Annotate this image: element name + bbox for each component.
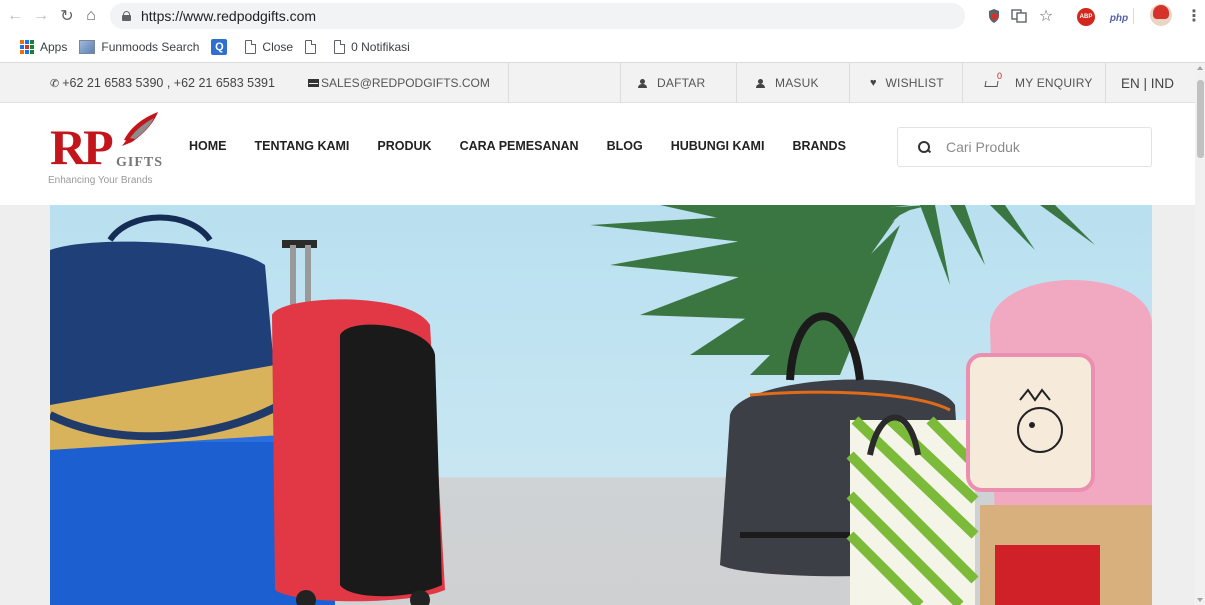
logo-rocket-icon <box>122 112 158 146</box>
toolbar-separator <box>1133 8 1134 24</box>
top-info-bar: ✆ +62 21 6583 5390 , +62 21 6583 5391 SA… <box>0 63 1195 103</box>
cart-icon: 0 <box>984 71 1003 89</box>
bookmark-untitled[interactable] <box>305 40 322 54</box>
divider <box>508 63 509 103</box>
divider <box>962 63 963 103</box>
scrollbar-thumb[interactable] <box>1197 80 1204 158</box>
scroll-up-arrow-icon[interactable] <box>1197 66 1203 70</box>
menu-products[interactable]: PRODUK <box>377 139 431 153</box>
email-contact[interactable]: SALES@REDPODGIFTS.COM <box>308 63 490 103</box>
enquiry-label: MY ENQUIRY <box>1015 76 1093 90</box>
email-address: SALES@REDPODGIFTS.COM <box>321 76 490 90</box>
page-icon <box>305 40 317 54</box>
hero-bags-illustration <box>50 205 1152 605</box>
page-icon <box>245 40 257 54</box>
divider <box>620 63 621 103</box>
divider <box>736 63 737 103</box>
bookmark-label: 0 Notifikasi <box>351 40 410 54</box>
menu-contact[interactable]: HUBUNGI KAMI <box>671 139 765 153</box>
blue-search-icon: Q <box>211 39 228 55</box>
register-label: DAFTAR <box>657 76 706 90</box>
bookmark-label: Funmoods Search <box>101 40 200 54</box>
wishlist-link[interactable]: ♥ WISHLIST <box>870 63 944 103</box>
bookmark-apps[interactable]: Apps <box>20 40 67 54</box>
enquiry-link[interactable]: 0 MY ENQUIRY <box>984 63 1093 103</box>
page-icon <box>334 40 346 54</box>
divider <box>849 63 850 103</box>
logo-gifts: GIFTS <box>116 155 164 170</box>
hero-banner[interactable] <box>50 205 1152 605</box>
menu-brands[interactable]: BRANDS <box>792 139 845 153</box>
heart-icon: ♥ <box>870 77 877 89</box>
language-switch[interactable]: EN | IND <box>1121 63 1174 103</box>
browser-toolbar: ← → ↻ ⌂ https://www.redpodgifts.com ☆ AB… <box>0 0 1205 32</box>
bookmark-label: Apps <box>40 40 68 54</box>
forward-arrow-icon[interactable]: → <box>30 5 52 27</box>
home-icon[interactable]: ⌂ <box>80 5 102 27</box>
divider <box>1105 63 1106 103</box>
phone-contact[interactable]: ✆ +62 21 6583 5390 , +62 21 6583 5391 <box>50 63 275 103</box>
logo-letters: RP <box>50 119 114 175</box>
bookmark-funmoods[interactable]: Funmoods Search <box>79 40 199 54</box>
register-link[interactable]: DAFTAR <box>638 63 705 103</box>
url-text[interactable]: https://www.redpodgifts.com <box>141 8 316 24</box>
menu-how-to-order[interactable]: CARA PEMESANAN <box>460 139 579 153</box>
login-link[interactable]: MASUK <box>756 63 819 103</box>
menu-home[interactable]: HOME <box>189 139 227 153</box>
extension-shield-icon[interactable] <box>982 4 1006 28</box>
reload-icon[interactable]: ↻ <box>56 5 78 27</box>
logo-tagline: Enhancing Your Brands <box>48 175 153 186</box>
profile-avatar-icon[interactable] <box>1150 4 1172 26</box>
bookmarks-bar: Apps Funmoods Search Q Close 0 Notifikas… <box>0 34 1205 60</box>
phone-number: +62 21 6583 5390 , +62 21 6583 5391 <box>62 76 275 90</box>
bookmark-notifikasi[interactable]: 0 Notifikasi <box>334 40 410 54</box>
adblock-icon[interactable]: ABP <box>1077 8 1095 26</box>
site-logo[interactable]: RP GIFTS Enhancing Your Brands <box>48 110 168 190</box>
lock-icon <box>122 11 131 21</box>
menu-about[interactable]: TENTANG KAMI <box>255 139 350 153</box>
menu-blog[interactable]: BLOG <box>607 139 643 153</box>
phone-icon: ✆ <box>50 77 60 90</box>
wishlist-label: WISHLIST <box>885 76 944 90</box>
funmoods-icon <box>79 40 96 54</box>
bookmark-search[interactable]: Q <box>211 39 233 55</box>
apps-grid-icon <box>20 40 34 54</box>
search-input[interactable] <box>946 139 1126 155</box>
user-icon <box>638 78 647 88</box>
scroll-down-arrow-icon[interactable] <box>1197 598 1203 602</box>
bookmark-close[interactable]: Close <box>245 40 293 54</box>
back-arrow-icon[interactable]: ← <box>4 5 26 27</box>
login-label: MASUK <box>775 76 819 90</box>
enquiry-count: 0 <box>997 71 1003 81</box>
translate-icon[interactable] <box>1007 4 1031 28</box>
site-header: RP GIFTS Enhancing Your Brands HOME TENT… <box>0 103 1195 205</box>
bookmark-label: Close <box>262 40 294 54</box>
main-menu: HOME TENTANG KAMI PRODUK CARA PEMESANAN … <box>189 139 874 153</box>
more-menu-icon[interactable]: ⋮ <box>1182 4 1205 28</box>
php-extension-icon[interactable]: php <box>1107 6 1131 30</box>
user-icon <box>756 78 765 88</box>
product-search <box>897 127 1152 167</box>
address-bar[interactable]: https://www.redpodgifts.com <box>110 3 965 29</box>
envelope-icon <box>308 79 319 87</box>
search-icon[interactable] <box>918 141 930 153</box>
bookmark-star-icon[interactable]: ☆ <box>1034 4 1058 28</box>
